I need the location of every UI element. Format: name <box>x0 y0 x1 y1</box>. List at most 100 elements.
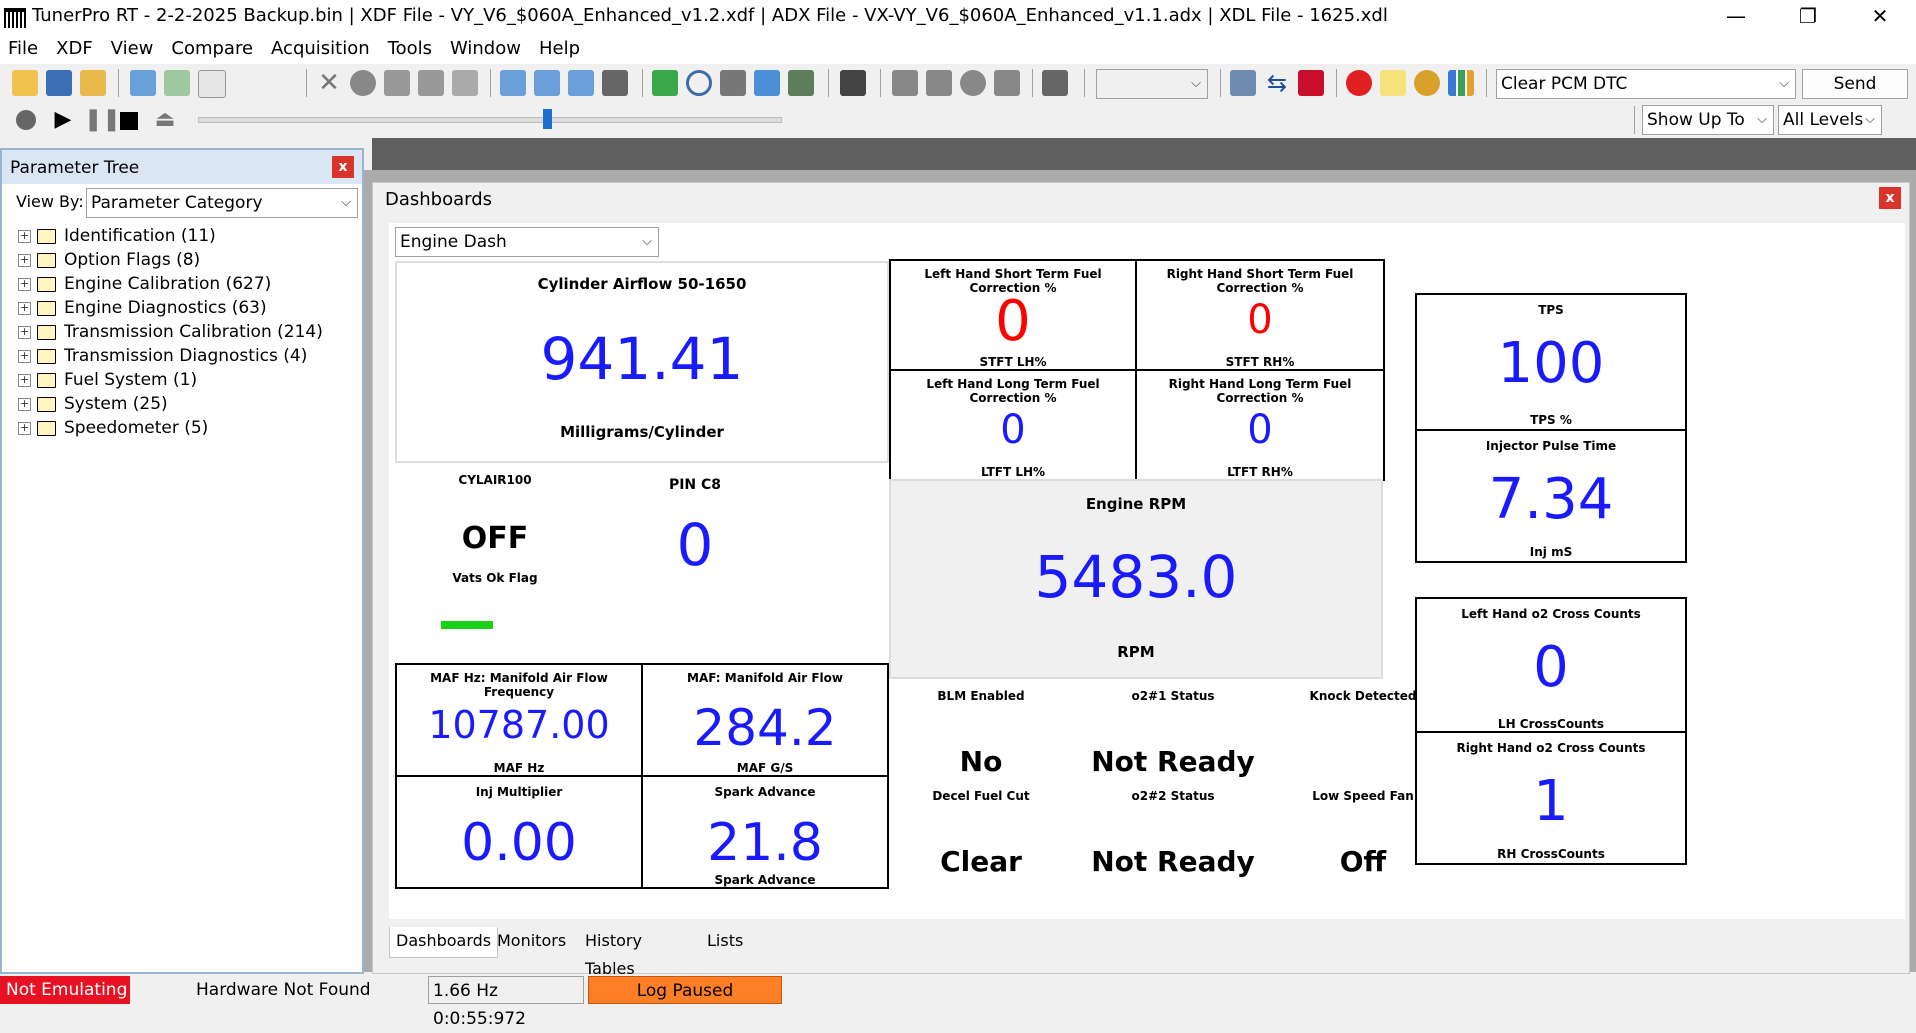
expand-icon[interactable]: + <box>18 277 31 291</box>
record-icon[interactable] <box>960 70 986 96</box>
gauge-value: 941.41 <box>540 325 744 393</box>
notes-icon[interactable] <box>1380 70 1406 96</box>
menu-window[interactable]: Window <box>441 34 530 64</box>
expand-icon[interactable]: + <box>18 301 31 315</box>
gauge-title: TPS <box>1538 303 1564 317</box>
binary-icon[interactable] <box>652 70 678 96</box>
flag-icon[interactable] <box>1298 70 1324 96</box>
open-recent-icon[interactable] <box>80 70 106 96</box>
duplicate-icon[interactable] <box>994 70 1020 96</box>
expand-icon[interactable]: + <box>18 373 31 387</box>
menu-file[interactable]: File <box>0 34 47 64</box>
view-by-label: View By: <box>16 192 84 211</box>
parameter-tree-close-button[interactable]: x <box>332 156 354 178</box>
tab-history-tables[interactable]: History Tables <box>579 927 648 978</box>
save-icon[interactable] <box>46 70 72 96</box>
gauge-pin-c8: PIN C8 0 <box>595 463 795 633</box>
gauge-title: Left Hand Long Term Fuel Correction % <box>926 377 1100 405</box>
gauge-ltft-rh: Right Hand Long Term Fuel Correction % 0… <box>1135 369 1385 481</box>
record-log-icon[interactable] <box>16 110 36 130</box>
slider-thumb[interactable] <box>542 109 552 129</box>
menu-help[interactable]: Help <box>530 34 589 64</box>
levels-select[interactable]: All Levels ⌵ <box>1778 105 1882 135</box>
tree-item-engine-diagnostics[interactable]: + Engine Diagnostics (63) <box>18 298 267 322</box>
compare-icon[interactable] <box>164 70 190 96</box>
gauge-title: Right Hand Long Term Fuel Correction % <box>1168 377 1352 405</box>
dashboards-close-button[interactable]: x <box>1879 187 1901 209</box>
play-icon[interactable]: ▶ <box>50 108 76 134</box>
tab-dashboards[interactable]: Dashboards <box>389 927 499 958</box>
send-button[interactable]: Send <box>1802 69 1908 99</box>
tree-item-speedometer[interactable]: + Speedometer (5) <box>18 418 208 442</box>
close-button[interactable]: ✕ <box>1852 0 1908 34</box>
settings-icon[interactable] <box>1230 70 1256 96</box>
expand-icon[interactable]: + <box>18 397 31 411</box>
gauge-value: 284.2 <box>693 699 837 757</box>
tree-item-transmission-calibration[interactable]: + Transmission Calibration (214) <box>18 322 323 346</box>
gauge-value: 10787.00 <box>428 703 610 747</box>
menu-compare[interactable]: Compare <box>162 34 262 64</box>
expand-icon[interactable]: + <box>18 325 31 339</box>
search-icon[interactable] <box>686 70 712 96</box>
expand-icon[interactable]: + <box>18 421 31 435</box>
probe-icon[interactable] <box>840 70 866 96</box>
restore-button[interactable]: ❐ <box>1780 0 1836 34</box>
pause-icon[interactable]: ❚❚ <box>84 108 121 134</box>
stop-sign-icon[interactable] <box>1346 70 1372 96</box>
tree-item-transmission-diagnostics[interactable]: + Transmission Diagnostics (4) <box>18 346 307 370</box>
tree-item-fuel-system[interactable]: + Fuel System (1) <box>18 370 197 394</box>
tree-item-engine-calibration[interactable]: + Engine Calibration (627) <box>18 274 271 298</box>
log-position-slider[interactable] <box>198 109 782 129</box>
calculator-icon[interactable] <box>788 70 814 96</box>
menu-tools[interactable]: Tools <box>379 34 441 64</box>
tab-monitors[interactable]: Monitors <box>491 927 572 957</box>
history-view-icon[interactable] <box>568 70 594 96</box>
gauge-title: MAF: Manifold Air Flow <box>687 671 843 685</box>
list-view-icon[interactable] <box>534 70 560 96</box>
monitor-icon[interactable] <box>602 70 628 96</box>
tab-lists[interactable]: Lists <box>701 927 749 957</box>
stop-icon[interactable] <box>120 112 138 130</box>
gauge-value: 1 <box>1533 769 1569 834</box>
expand-icon[interactable]: + <box>18 229 31 243</box>
tree-item-system[interactable]: + System (25) <box>18 394 168 418</box>
new-file-icon[interactable] <box>198 70 226 98</box>
folder-icon <box>37 252 56 268</box>
eject-icon[interactable]: ⏏ <box>152 108 178 134</box>
gauge-value: 21.8 <box>707 813 823 873</box>
chip-icon[interactable] <box>1042 70 1068 96</box>
status-title: o2#2 Status <box>1131 789 1215 803</box>
open-folder-icon[interactable] <box>12 70 38 96</box>
download-icon[interactable] <box>926 70 952 96</box>
hierarchy-icon[interactable] <box>754 70 780 96</box>
dashboards-window: Dashboards x Engine Dash ⌵ Cylinder Airfl… <box>372 182 1910 978</box>
swap-icon[interactable]: ⇆ <box>1264 70 1290 96</box>
blank-combo[interactable]: ⌵ <box>1096 69 1208 99</box>
copy-icon[interactable] <box>384 70 410 96</box>
status-value: No <box>959 745 1003 778</box>
checksum-icon[interactable] <box>130 70 156 96</box>
delete-icon[interactable]: ✕ <box>316 70 342 96</box>
tree-item-option-flags[interactable]: + Option Flags (8) <box>18 250 200 274</box>
add-icon[interactable] <box>350 70 376 96</box>
expand-icon[interactable]: + <box>18 349 31 363</box>
dashboard-select[interactable]: Engine Dash ⌵ <box>395 227 659 257</box>
menu-view[interactable]: View <box>102 34 163 64</box>
page-icon[interactable] <box>452 70 478 96</box>
menu-xdf[interactable]: XDF <box>47 34 102 64</box>
dtc-command-select[interactable]: Clear PCM DTC ⌵ <box>1496 69 1796 99</box>
gauge-engine-rpm: Engine RPM 5483.0 RPM <box>889 479 1383 679</box>
scale-icon[interactable] <box>720 70 746 96</box>
minimize-button[interactable]: — <box>1708 0 1764 34</box>
gauge-value: 5483.0 <box>1034 543 1238 611</box>
tree-item-identification[interactable]: + Identification (11) <box>18 226 216 250</box>
view-by-select[interactable]: Parameter Category ⌵ <box>86 188 358 218</box>
dashboard-icon[interactable] <box>1414 70 1440 96</box>
show-up-to-select[interactable]: Show Up To ⌵ <box>1642 105 1774 135</box>
upload-icon[interactable] <box>892 70 918 96</box>
expand-icon[interactable]: + <box>18 253 31 267</box>
bar-chart-icon[interactable] <box>1448 70 1474 96</box>
table-view-icon[interactable] <box>500 70 526 96</box>
wrench-icon[interactable] <box>418 70 444 96</box>
menu-acquisition[interactable]: Acquisition <box>262 34 379 64</box>
